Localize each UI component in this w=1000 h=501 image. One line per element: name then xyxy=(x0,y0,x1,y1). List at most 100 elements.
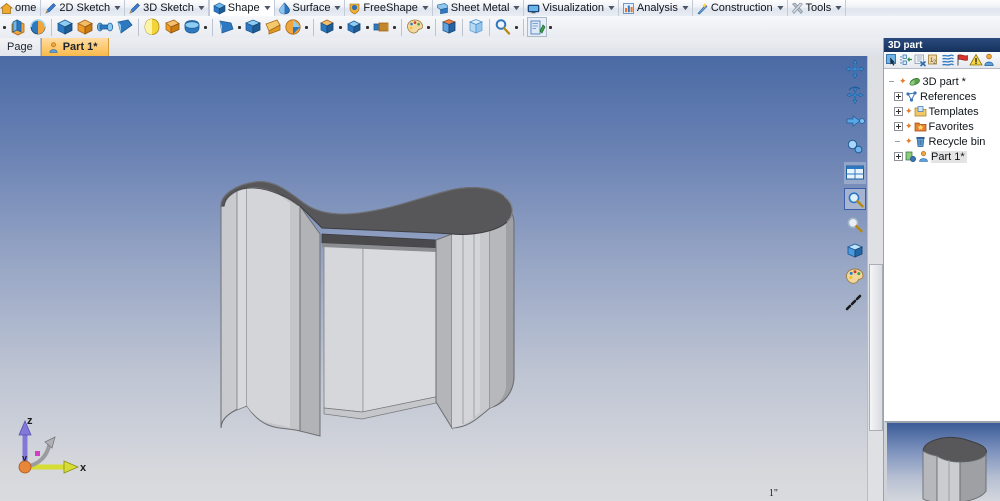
menu-tab-3d-sketch[interactable]: 3D Sketch ▼ xyxy=(125,0,209,16)
boolean-dropdown[interactable] xyxy=(337,17,344,37)
filter-icon[interactable] xyxy=(941,53,955,67)
chevron-down-icon[interactable]: ▼ xyxy=(680,5,690,12)
menu-tab-tools[interactable]: Tools ▼ xyxy=(788,0,847,16)
view-toolbar xyxy=(843,58,871,314)
collapse-tree-icon[interactable] xyxy=(913,53,927,67)
rotate-icon[interactable] xyxy=(844,84,871,106)
shell-dropdown[interactable] xyxy=(202,17,209,37)
tree-expander[interactable] xyxy=(894,122,903,131)
chevron-down-icon[interactable]: ▼ xyxy=(775,5,785,12)
menu-tab-surface[interactable]: Surface ▼ xyxy=(275,0,346,16)
menu-tab-freeshape[interactable]: FreeShape ▼ xyxy=(345,0,433,16)
draft-dropdown[interactable] xyxy=(236,17,243,37)
tree-item-templates[interactable]: ✦ Templates xyxy=(888,104,999,119)
chevron-down-icon[interactable]: ▼ xyxy=(112,5,122,12)
properties-icon[interactable] xyxy=(983,53,997,67)
rib-dropdown[interactable] xyxy=(303,17,310,37)
solid-box-icon[interactable] xyxy=(439,17,459,37)
tree-expander[interactable] xyxy=(894,152,903,161)
material-dropdown[interactable] xyxy=(425,17,432,37)
tree-item-recycle-bin[interactable]: ✦ Recycle bin xyxy=(888,134,999,149)
thread-dropdown[interactable] xyxy=(391,17,398,37)
chevron-down-icon[interactable]: ▼ xyxy=(833,5,843,12)
view-layout-icon[interactable] xyxy=(844,162,871,184)
chevron-down-icon[interactable]: ▼ xyxy=(333,5,343,12)
menu-tab-home[interactable]: ome xyxy=(0,0,42,16)
chevron-down-icon[interactable]: ▼ xyxy=(420,5,430,12)
toolbar-separator xyxy=(435,18,436,36)
chamfer-icon[interactable] xyxy=(162,17,182,37)
menu-tab-home-label: ome xyxy=(15,2,37,14)
menu-tab-shape[interactable]: Shape ▼ xyxy=(208,0,275,16)
feature-tree[interactable]: ✦ 3D part * References ✦ Templates ✦ Fav… xyxy=(884,69,1000,421)
scale-label: 1" xyxy=(768,488,778,499)
shell-icon[interactable] xyxy=(182,17,202,37)
split-icon[interactable] xyxy=(344,17,364,37)
part-doc-icon xyxy=(908,75,921,88)
tree-expander[interactable] xyxy=(894,92,903,101)
fillet-icon[interactable] xyxy=(142,17,162,37)
shape-toolbar xyxy=(0,16,1000,39)
zoom-icon[interactable] xyxy=(844,214,866,236)
overflow-dot-left[interactable] xyxy=(1,17,8,37)
references-icon xyxy=(905,90,918,103)
draft-icon[interactable] xyxy=(216,17,236,37)
tree-item-favorites[interactable]: ✦ Favorites xyxy=(888,119,999,134)
warning-icon[interactable] xyxy=(969,53,983,67)
viewport-scrollbar[interactable] xyxy=(867,56,883,501)
3d-viewport[interactable]: z x y 1" xyxy=(0,56,883,501)
extrude-cut-icon[interactable] xyxy=(55,17,75,37)
menu-tab-2d-sketch-label: 2D Sketch xyxy=(59,2,111,14)
thread-icon[interactable] xyxy=(371,17,391,37)
flag-icon[interactable] xyxy=(955,53,969,67)
curved-shell-part[interactable] xyxy=(0,56,883,501)
expand-tree-icon[interactable] xyxy=(899,53,913,67)
chevron-down-icon[interactable]: ▼ xyxy=(262,5,272,12)
color-palette-icon[interactable] xyxy=(844,266,866,288)
menu-tab-visualization[interactable]: Visualization ▼ xyxy=(524,0,619,16)
chevron-down-icon[interactable]: ▼ xyxy=(196,5,206,12)
mirror-icon[interactable] xyxy=(263,17,283,37)
menu-tab-sheet-metal[interactable]: Sheet Metal ▼ xyxy=(433,0,525,16)
zoom-fit-icon[interactable] xyxy=(844,136,866,158)
pan-icon[interactable] xyxy=(844,58,866,80)
chevron-down-icon[interactable]: ▼ xyxy=(606,5,616,12)
tree-expander[interactable] xyxy=(894,137,903,146)
split-dropdown[interactable] xyxy=(364,17,371,37)
measure-dropdown[interactable] xyxy=(513,17,520,37)
sweep-icon[interactable] xyxy=(95,17,115,37)
tree-item-3d-part[interactable]: ✦ 3D part * xyxy=(888,74,999,89)
boolean-icon[interactable] xyxy=(317,17,337,37)
select-mode-icon[interactable] xyxy=(885,53,899,67)
config-dropdown[interactable] xyxy=(547,17,554,37)
revolve-cut-icon[interactable] xyxy=(75,17,95,37)
tree-item-references[interactable]: References xyxy=(888,89,999,104)
tree-expander[interactable] xyxy=(894,107,903,116)
menu-tab-analysis[interactable]: Analysis ▼ xyxy=(619,0,693,16)
view-orientation-icon[interactable] xyxy=(844,110,871,132)
menu-tab-2d-sketch[interactable]: 2D Sketch ▼ xyxy=(41,0,126,16)
menu-tab-construction[interactable]: Construction ▼ xyxy=(693,0,788,16)
pattern-icon[interactable] xyxy=(243,17,263,37)
loft-icon[interactable] xyxy=(115,17,135,37)
tree-item-part1[interactable]: Part 1* xyxy=(888,149,999,164)
design-explorer-panel: 3D part 1 2 ✦ 3D part * References ✦ Tem… xyxy=(883,38,1000,501)
document-tab-part1[interactable]: Part 1* xyxy=(40,38,109,56)
render-mode-icon[interactable] xyxy=(844,240,866,262)
tree-item-3d-part-label: 3D part * xyxy=(922,75,966,88)
section-line-icon[interactable] xyxy=(844,292,866,314)
tree-marker-icon: ✦ xyxy=(905,136,913,146)
viewport-scrollbar-thumb[interactable] xyxy=(869,264,883,431)
revolve-boss-icon[interactable] xyxy=(28,17,48,37)
extrude-boss-icon[interactable] xyxy=(8,17,28,37)
measure-icon[interactable] xyxy=(493,17,513,37)
tree-expander[interactable] xyxy=(888,77,897,86)
chevron-down-icon[interactable]: ▼ xyxy=(512,5,522,12)
rename-icon[interactable]: 1 2 xyxy=(927,53,941,67)
transparent-box-icon[interactable] xyxy=(466,17,486,37)
tools-wrench-icon xyxy=(791,2,804,15)
rib-icon[interactable] xyxy=(283,17,303,37)
zoom-window-icon[interactable] xyxy=(844,188,866,210)
config-icon[interactable] xyxy=(527,17,547,37)
material-palette-icon[interactable] xyxy=(405,17,425,37)
